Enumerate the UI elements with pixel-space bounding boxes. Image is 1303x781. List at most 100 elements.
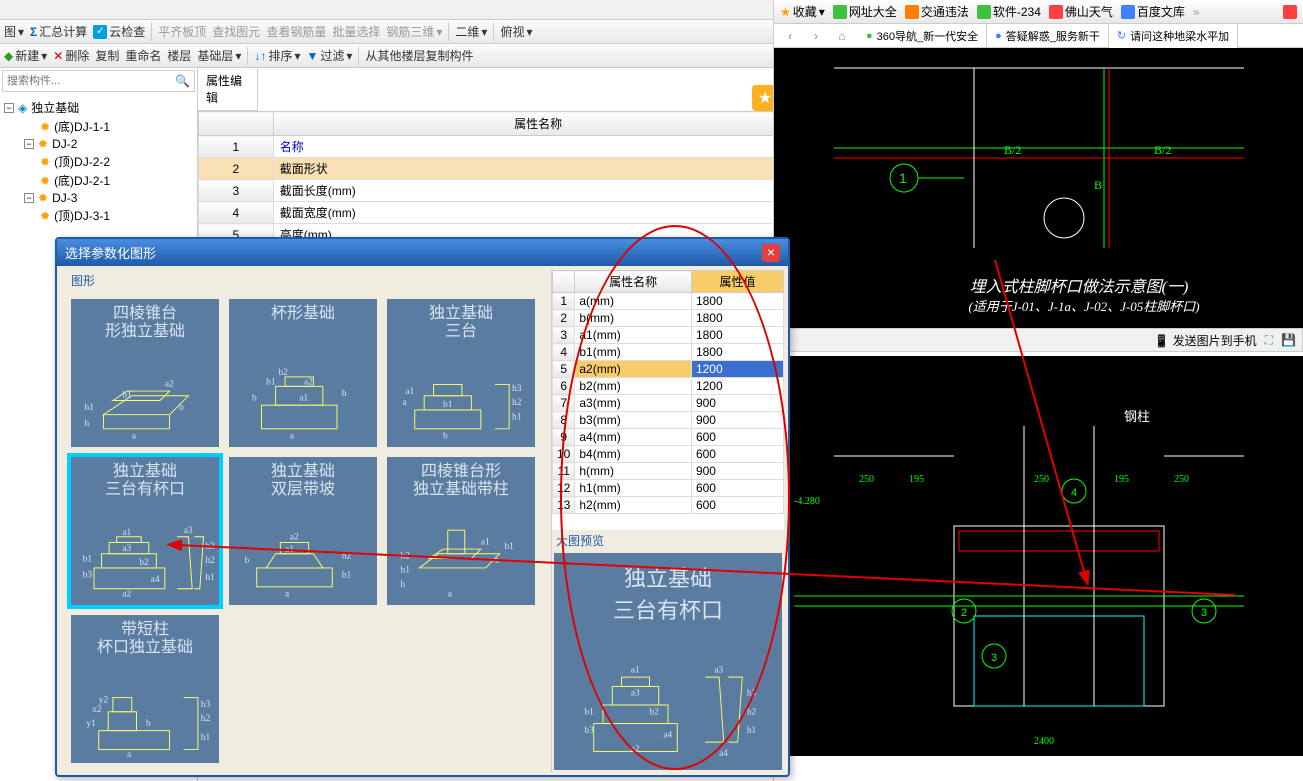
save-icon[interactable]: 💾 xyxy=(1281,333,1296,347)
svg-text:b: b xyxy=(252,394,257,404)
toolbar-sum[interactable]: Σ汇总计算 xyxy=(30,23,87,40)
dialog-titlebar[interactable]: 选择参数化图形 × xyxy=(57,239,788,266)
parameter-table[interactable]: 属性名称属性值 1a(mm)18002b(mm)18003a1(mm)18004… xyxy=(552,270,784,514)
sort-button[interactable]: ↓↑排序 ▾ xyxy=(254,47,300,64)
dialog-title-text: 选择参数化图形 xyxy=(65,243,156,262)
copy-from-floor-button[interactable]: 从其他楼层复制构件 xyxy=(365,47,473,64)
svg-text:a1: a1 xyxy=(631,666,640,676)
toolbar-batch-select[interactable]: 批量选择 xyxy=(332,23,380,40)
dialog-close-button[interactable]: × xyxy=(762,244,780,262)
shape-card-1[interactable]: 杯形基础bb1b2aa1a2h xyxy=(229,299,377,447)
param-row[interactable]: 13h2(mm)600 xyxy=(553,497,784,514)
properties-tab[interactable]: 属性编辑 xyxy=(198,68,258,111)
svg-text:b: b xyxy=(179,403,184,413)
svg-text:b1: b1 xyxy=(443,400,453,410)
toolbar-tu[interactable]: 图 ▾ xyxy=(4,23,24,40)
search-input[interactable] xyxy=(7,75,175,87)
tree-expander[interactable]: − xyxy=(4,103,14,113)
param-row[interactable]: 1a(mm)1800 xyxy=(553,293,784,310)
new-button[interactable]: ◆新建 ▾ xyxy=(4,47,47,64)
toolbar-top-view[interactable]: 俯视 ▾ xyxy=(500,23,532,40)
param-row[interactable]: 5a2(mm)1200 xyxy=(553,361,784,378)
svg-text:h2: h2 xyxy=(512,398,522,408)
shape-card-3[interactable]: 独立基础三台有杯口b1b3a1a3b2a2a4a3h3h2h1 xyxy=(71,457,219,605)
tree-expander[interactable]: − xyxy=(24,193,34,203)
cad-elevation: -4.280 xyxy=(794,496,820,507)
param-row[interactable]: 8b3(mm)900 xyxy=(553,412,784,429)
search-icon[interactable]: 🔍 xyxy=(175,74,190,88)
fav-site-3[interactable]: 佛山天气 xyxy=(1049,3,1113,20)
tree-item[interactable]: −✸DJ-2 xyxy=(4,136,193,152)
toolbar-rebar-qty[interactable]: 查看钢筋量 xyxy=(266,23,326,40)
fav-site-2[interactable]: 软件-234 xyxy=(977,3,1041,20)
browser-tab-1[interactable]: ●答疑解惑_服务新干 xyxy=(987,24,1109,48)
param-row[interactable]: 6b2(mm)1200 xyxy=(553,378,784,395)
svg-text:b1: b1 xyxy=(266,377,276,387)
tree-item[interactable]: ✸(底)DJ-1-1 xyxy=(4,117,193,136)
toolbar-cloud-check[interactable]: ✓云检查 xyxy=(93,23,145,40)
cad-drawing-1[interactable]: 1 B/2 B/2 B 埋入式柱脚杯口做法示意图(一) (适用于J-01、J-1… xyxy=(774,48,1303,328)
tree-item[interactable]: ✸(顶)DJ-3-1 xyxy=(4,206,193,225)
tree-root[interactable]: 独立基础 xyxy=(31,99,79,116)
svg-text:a4: a4 xyxy=(151,575,160,585)
adobe-icon[interactable] xyxy=(1283,5,1297,19)
cad-drawing-2[interactable]: 2 4 3 3 钢柱 250 195 250 195 250 -4.280 24… xyxy=(774,356,1303,756)
param-row[interactable]: 9a4(mm)600 xyxy=(553,429,784,446)
param-row[interactable]: 4b1(mm)1800 xyxy=(553,344,784,361)
fav-site-4[interactable]: 百度文库 xyxy=(1121,3,1185,20)
svg-text:h1: h1 xyxy=(747,726,757,736)
svg-text:h1: h1 xyxy=(85,403,95,413)
toolbar-rebar-3d[interactable]: 钢筋三维 ▾ xyxy=(386,23,442,40)
param-row[interactable]: 11h(mm)900 xyxy=(553,463,784,480)
svg-text:a1: a1 xyxy=(285,545,294,555)
copy-button[interactable]: 复制 xyxy=(95,47,119,64)
shape-card-6[interactable]: 带短柱杯口独立基础y1x2y2abh3h2h1 xyxy=(71,615,219,763)
svg-text:b2: b2 xyxy=(278,368,288,378)
tree-expander[interactable]: − xyxy=(24,139,34,149)
back-button[interactable]: ‹ xyxy=(780,26,800,46)
tree-item[interactable]: −✸DJ-3 xyxy=(4,190,193,206)
param-value-header: 属性值 xyxy=(691,271,783,293)
svg-text:b1: b1 xyxy=(83,554,93,564)
tree-item[interactable]: ✸(底)DJ-2-1 xyxy=(4,171,193,190)
svg-text:b1: b1 xyxy=(504,542,514,552)
toolbar-find-element[interactable]: 查找图元 xyxy=(212,23,260,40)
shape-card-4[interactable]: 独立基础双层带坡baa1a2h2h1 xyxy=(229,457,377,605)
cad-dim-4: 250 xyxy=(1174,474,1189,485)
fullscreen-icon[interactable]: ⛶ xyxy=(1265,333,1273,348)
cad-dim-0: 250 xyxy=(859,474,874,485)
toolbar-align-plate[interactable]: 平齐板顶 xyxy=(158,23,206,40)
browser-tab-0[interactable]: ●360导航_新一代安全 xyxy=(858,24,987,48)
forward-button[interactable]: › xyxy=(806,26,826,46)
shape-card-5[interactable]: 四棱锥台形独立基础带柱h2h1haba1b1 xyxy=(387,457,535,605)
node-icon: ✸ xyxy=(38,191,48,205)
param-row[interactable]: 10b4(mm)600 xyxy=(553,446,784,463)
svg-text:b2: b2 xyxy=(139,558,149,568)
svg-text:x2: x2 xyxy=(92,705,102,715)
fav-site-1[interactable]: 交通违法 xyxy=(905,3,969,20)
shape-grid: 四棱锥台形独立基础h1haba2b1杯形基础bb1b2aa1a2h独立基础三台a… xyxy=(61,291,551,771)
param-row[interactable]: 3a1(mm)1800 xyxy=(553,327,784,344)
param-row[interactable]: 2b(mm)1800 xyxy=(553,310,784,327)
rename-button[interactable]: 重命名 xyxy=(125,47,161,64)
fav-site-0[interactable]: 网址大全 xyxy=(833,3,897,20)
filter-button[interactable]: ▼过滤 ▾ xyxy=(307,47,353,64)
floor-label: 楼层 xyxy=(167,47,191,64)
svg-text:h3: h3 xyxy=(201,700,211,710)
cad-dim-2: 250 xyxy=(1034,474,1049,485)
param-row[interactable]: 7a3(mm)900 xyxy=(553,395,784,412)
browser-tab-2[interactable]: ↻请问这种地梁水平加 xyxy=(1109,24,1238,48)
favorites-button[interactable]: ★收藏 ▾ xyxy=(780,3,825,20)
cad-subtitle-1: (适用于J-01、J-1a、J-02、J-05柱脚杯口) xyxy=(954,296,1214,315)
param-row[interactable]: 12h1(mm)600 xyxy=(553,480,784,497)
tree-item[interactable]: ✸(顶)DJ-2-2 xyxy=(4,152,193,171)
delete-button[interactable]: ✕删除 xyxy=(53,47,89,64)
shape-card-0[interactable]: 四棱锥台形独立基础h1haba2b1 xyxy=(71,299,219,447)
foundation-layer-select[interactable]: 基础层 ▾ xyxy=(197,47,241,64)
shape-card-2[interactable]: 独立基础三台aa1bb1h3h2h1 xyxy=(387,299,535,447)
home-button[interactable]: ⌂ xyxy=(832,26,852,46)
toolbar-2d[interactable]: 二维 ▾ xyxy=(455,23,487,40)
send-to-phone-button[interactable]: 📱 发送图片到手机 xyxy=(1154,332,1256,349)
node-icon: ✸ xyxy=(40,174,50,188)
search-box[interactable]: 🔍 xyxy=(2,70,195,92)
